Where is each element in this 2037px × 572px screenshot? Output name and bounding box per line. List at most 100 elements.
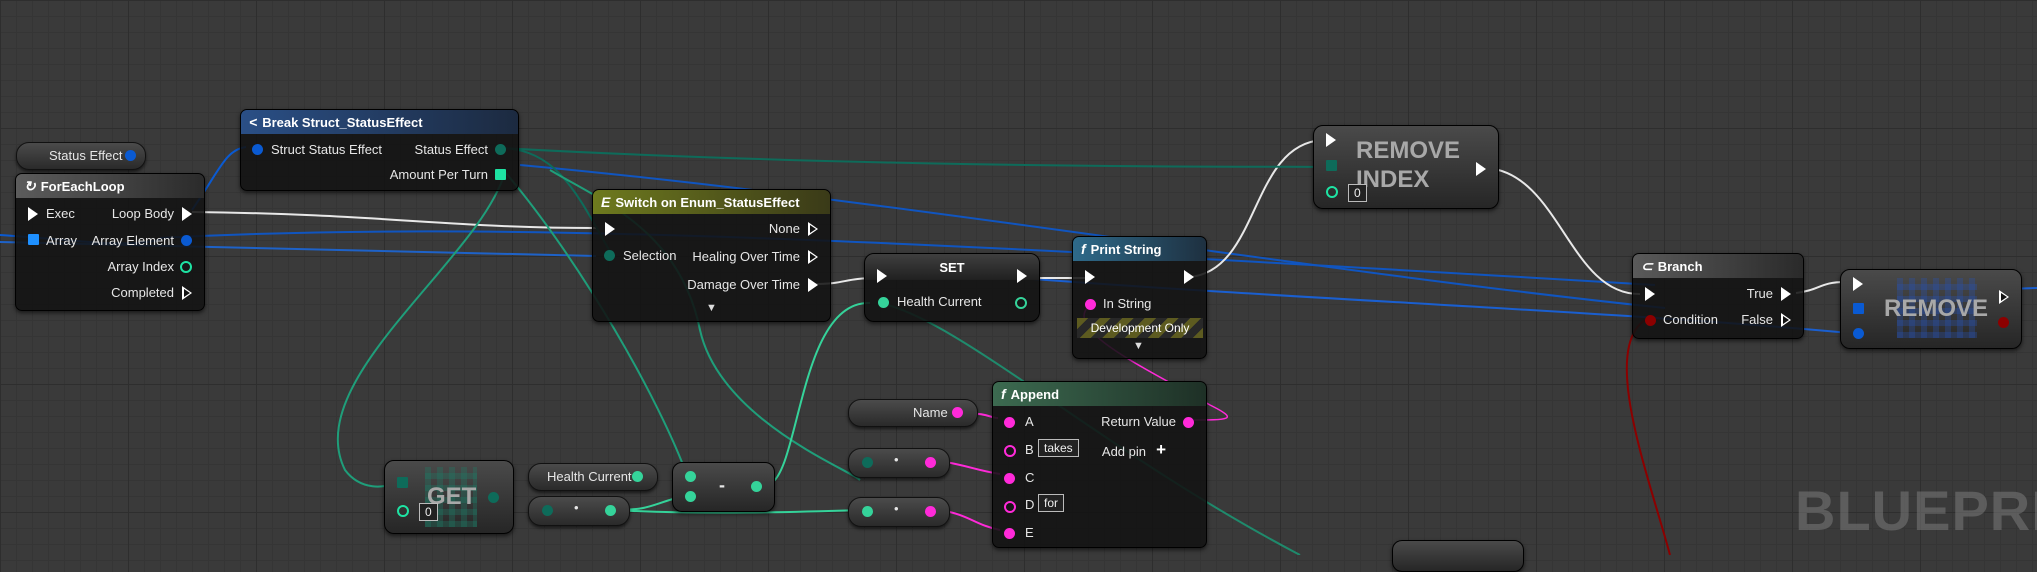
branch-exec-in-pin[interactable]: [1645, 287, 1655, 301]
to-string-node-2[interactable]: •: [848, 497, 950, 527]
remove-index-index-field[interactable]: 0: [1348, 184, 1367, 202]
append-title: Append: [1010, 386, 1060, 402]
to-string-node-1[interactable]: •: [848, 448, 950, 478]
append-d-label: D: [1025, 497, 1035, 512]
print-expand-chevron-icon[interactable]: ▼: [1133, 340, 1144, 352]
switch-enum-node[interactable]: E Switch on Enum_StatusEffect Selection …: [592, 189, 831, 322]
switch-selection-pin[interactable]: [604, 250, 615, 261]
multiply-out-pin[interactable]: [605, 505, 616, 516]
wire-float-1: [336, 171, 506, 488]
break-struct-status-pin[interactable]: [495, 144, 506, 155]
remove-index-exec-in-pin[interactable]: [1326, 133, 1336, 147]
set-health-in-pin[interactable]: [878, 297, 889, 308]
subtract-out-pin[interactable]: [751, 481, 762, 492]
health-current-out-pin[interactable]: [632, 471, 643, 482]
development-only-banner: Development Only: [1077, 318, 1203, 338]
health-current-getter-node[interactable]: Health Current: [528, 463, 658, 491]
print-in-string-label: In String: [1103, 296, 1152, 311]
remove-node[interactable]: REMOVE: [1840, 269, 2022, 349]
append-node[interactable]: f Append A B takes C D for E Return Valu…: [992, 381, 1207, 548]
get-index-field[interactable]: 0: [419, 503, 438, 521]
break-struct-title: Break Struct_StatusEffect: [262, 114, 423, 130]
append-c-pin[interactable]: [1004, 473, 1015, 484]
set-exec-in-pin[interactable]: [877, 269, 887, 283]
remove-exec-out-pin[interactable]: [1999, 290, 2009, 304]
remove-array-pin[interactable]: [1853, 303, 1864, 314]
status-effect-getter-node[interactable]: Status Effect: [16, 142, 146, 170]
foreach-loop-body-pin[interactable]: [182, 207, 192, 221]
switch-expand-chevron-icon[interactable]: ▼: [706, 302, 717, 314]
branch-true-pin[interactable]: [1781, 287, 1791, 301]
remove-index-array-pin[interactable]: [1326, 160, 1337, 171]
switch-icon: E: [601, 194, 611, 210]
get-node[interactable]: GET 0: [384, 460, 514, 534]
foreach-array-index-pin[interactable]: [180, 261, 192, 273]
append-return-pin[interactable]: [1183, 417, 1194, 428]
remove-index-index-pin[interactable]: [1326, 186, 1338, 198]
name-out-pin[interactable]: [952, 407, 963, 418]
remove-index-title-1: REMOVE: [1356, 137, 1461, 164]
remove-item-pin[interactable]: [1853, 328, 1864, 339]
switch-damage-pin[interactable]: [808, 278, 818, 292]
break-struct-amount-pin[interactable]: [495, 169, 506, 180]
subtract-b-pin[interactable]: [685, 491, 696, 502]
get-index-pin[interactable]: [397, 505, 409, 517]
remove-index-exec-out-pin[interactable]: [1476, 162, 1486, 176]
switch-none-label: None: [768, 221, 800, 236]
subtract-a-pin[interactable]: [685, 471, 696, 482]
status-effect-out-pin[interactable]: [125, 150, 136, 161]
append-b-field[interactable]: takes: [1038, 439, 1079, 457]
foreach-completed-label: Completed: [111, 285, 174, 300]
subtract-node[interactable]: -: [672, 462, 775, 512]
switch-heal-pin[interactable]: [808, 250, 818, 264]
name-getter-node[interactable]: Name: [848, 399, 978, 427]
print-exec-in-pin[interactable]: [1085, 270, 1095, 284]
remove-exec-in-pin[interactable]: [1853, 277, 1863, 291]
get-out-pin[interactable]: [488, 492, 499, 503]
foreach-completed-pin[interactable]: [182, 286, 192, 300]
foreach-loop-node[interactable]: ↻ ForEachLoop Exec Array Loop Body Array…: [15, 173, 205, 311]
get-array-pin[interactable]: [397, 477, 408, 488]
break-icon: <: [249, 114, 258, 130]
remove-return-pin[interactable]: [1998, 317, 2009, 328]
remove-index-node[interactable]: REMOVE INDEX 0: [1313, 125, 1499, 209]
switch-none-pin[interactable]: [808, 222, 818, 236]
set-exec-out-pin[interactable]: [1017, 269, 1027, 283]
print-in-string-pin[interactable]: [1085, 299, 1096, 310]
remove-index-title-2: INDEX: [1356, 166, 1430, 193]
append-a-pin[interactable]: [1004, 417, 1015, 428]
foreach-array-pin[interactable]: [28, 234, 39, 245]
switch-exec-in-pin[interactable]: [605, 222, 615, 236]
set-node[interactable]: SET Health Current: [864, 253, 1040, 322]
foreach-array-element-pin[interactable]: [181, 235, 192, 246]
break-struct-header: < Break Struct_StatusEffect: [241, 110, 518, 134]
append-b-pin[interactable]: [1004, 445, 1016, 457]
append-d-field[interactable]: for: [1038, 494, 1065, 512]
print-exec-out-pin[interactable]: [1184, 270, 1194, 284]
wire-exec-5: [1487, 167, 1641, 296]
print-string-node[interactable]: f Print String In String ▼: [1072, 236, 1207, 359]
branch-condition-label: Condition: [1663, 312, 1718, 327]
break-struct-node[interactable]: < Break Struct_StatusEffect Struct Statu…: [240, 109, 519, 191]
foreach-exec-in-pin[interactable]: [28, 207, 38, 221]
to-string-2-out-pin[interactable]: [925, 506, 936, 517]
wire-enum-2: [499, 147, 1331, 168]
append-header: f Append: [993, 382, 1206, 406]
branch-false-pin[interactable]: [1781, 313, 1791, 327]
append-b-label: B: [1025, 442, 1034, 457]
append-d-pin[interactable]: [1004, 501, 1016, 513]
to-string-1-in-pin[interactable]: [862, 457, 873, 468]
branch-condition-pin[interactable]: [1645, 315, 1656, 326]
multiply-node[interactable]: •: [528, 496, 630, 526]
add-pin-plus-icon[interactable]: +: [1156, 440, 1166, 460]
append-add-pin-label[interactable]: Add pin: [1102, 444, 1146, 459]
to-string-1-out-pin[interactable]: [925, 457, 936, 468]
append-e-pin[interactable]: [1004, 528, 1015, 539]
break-struct-input-pin[interactable]: [252, 144, 263, 155]
set-health-out-pin[interactable]: [1015, 297, 1027, 309]
offscreen-node[interactable]: [1392, 540, 1524, 572]
to-string-2-in-pin[interactable]: [862, 506, 873, 517]
branch-node[interactable]: ⊂ Branch Condition True False: [1632, 253, 1804, 339]
switch-heal-label: Healing Over Time: [692, 249, 800, 264]
multiply-in-pin[interactable]: [542, 505, 553, 516]
